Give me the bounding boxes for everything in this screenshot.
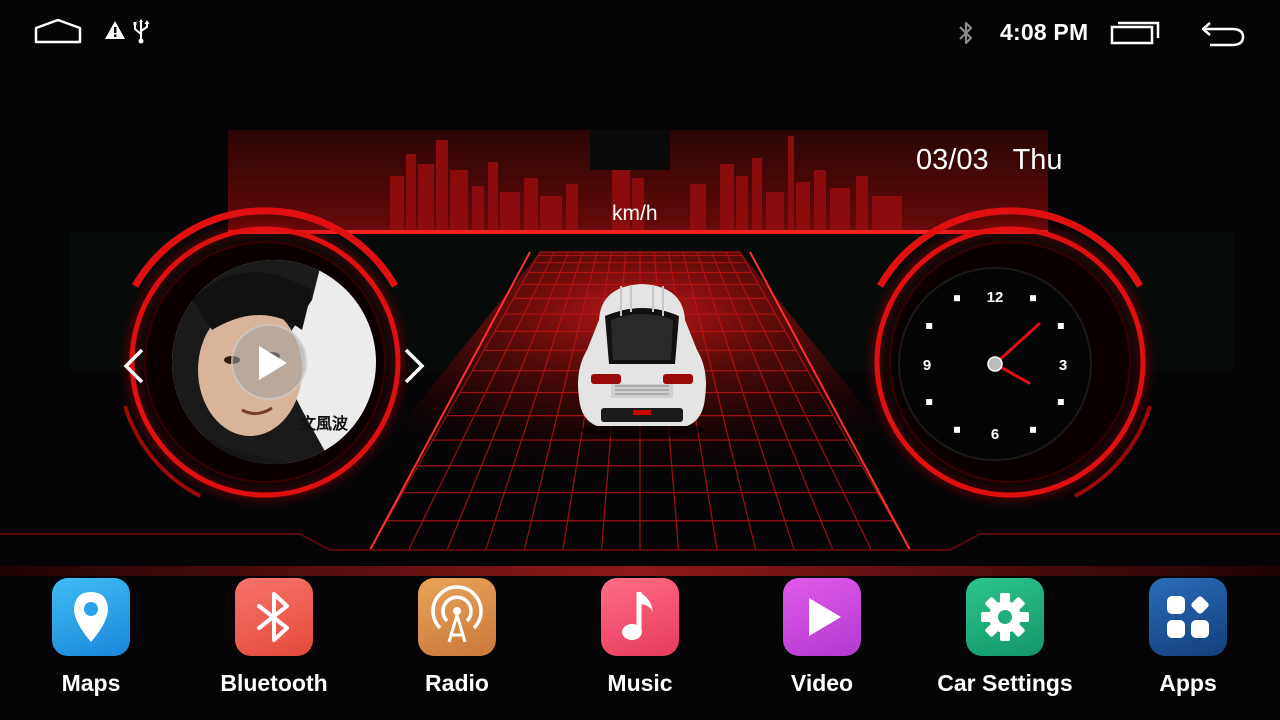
bluetooth-icon: [959, 21, 973, 45]
play-button[interactable]: [231, 324, 307, 400]
status-bar: 4:08 PM: [0, 0, 1280, 66]
play-icon: [809, 598, 841, 636]
car-image: [578, 284, 706, 438]
radio-antenna-icon: [431, 585, 483, 643]
bluetooth-icon: [257, 592, 289, 642]
play-icon: [259, 346, 287, 380]
map-pin-icon: [74, 592, 108, 642]
app-tile: [783, 578, 861, 656]
app-tile: [235, 578, 313, 656]
app-label: Bluetooth: [220, 670, 328, 696]
weekday: Thu: [1012, 144, 1063, 176]
alert-icon: [105, 21, 125, 39]
app-label: Car Settings: [937, 670, 1073, 696]
app-label: Music: [607, 670, 673, 696]
clock-numeral-9: 9: [923, 357, 931, 374]
app-radio[interactable]: Radio: [377, 578, 537, 697]
app-tile: [418, 578, 496, 656]
clock-numeral-6: 6: [991, 426, 999, 443]
analog-clock: 12 3 6 9: [893, 262, 1097, 466]
app-music[interactable]: Music: [560, 578, 720, 697]
app-label: Video: [790, 670, 854, 696]
recents-icon[interactable]: [1110, 20, 1162, 46]
app-label: Maps: [61, 670, 121, 696]
app-car-settings[interactable]: Car Settings: [925, 578, 1085, 697]
album-art-text: 文風波: [300, 414, 349, 433]
clock-numeral-12: 12: [987, 289, 1004, 306]
app-video[interactable]: Video: [742, 578, 902, 697]
app-tile: [1149, 578, 1227, 656]
app-label: Apps: [1159, 670, 1217, 696]
app-label: Radio: [425, 670, 489, 696]
date: 03/03: [916, 144, 989, 176]
app-tile: [601, 578, 679, 656]
clock-numeral-3: 3: [1059, 357, 1067, 374]
usb-icon: [133, 19, 150, 44]
date-display: 03/03 Thu: [916, 144, 1063, 177]
previous-track-icon[interactable]: [120, 346, 148, 386]
app-apps[interactable]: Apps: [1108, 578, 1268, 697]
speed-unit: km/h: [612, 202, 658, 225]
app-tile: [52, 578, 130, 656]
app-maps[interactable]: Maps: [11, 578, 171, 697]
home-icon[interactable]: [34, 18, 82, 44]
gear-icon: [981, 593, 1029, 641]
app-tile: [966, 578, 1044, 656]
next-track-icon[interactable]: [400, 346, 428, 386]
app-dock: Maps Bluetooth Radio Music Video Car Set…: [0, 576, 1280, 720]
clock-time: 4:08 PM: [1000, 19, 1089, 45]
app-bluetooth[interactable]: Bluetooth: [194, 578, 354, 697]
grid-icon: [1167, 596, 1209, 638]
dashboard: 03/03 Thu km/h 文風波 12 3 6 9: [0, 66, 1280, 576]
back-icon[interactable]: [1200, 20, 1246, 48]
music-note-icon: [622, 592, 653, 640]
